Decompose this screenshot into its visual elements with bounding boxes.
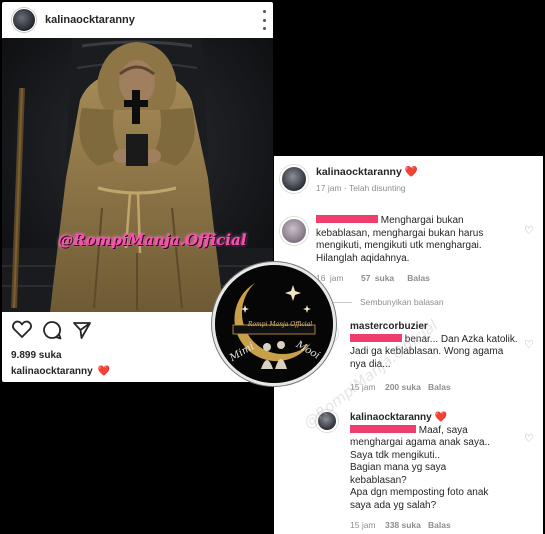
reply-2-first: Maaf, saya: [418, 424, 468, 436]
share-icon[interactable]: [72, 320, 92, 340]
author-heart-emoji: ❤️: [404, 166, 418, 178]
reply-2-line-2: Saya tdk mengikuti..: [350, 449, 441, 461]
logo-banner-text: Rompi Manja Official: [247, 321, 313, 328]
redacted-username: [350, 424, 416, 433]
reply-2-like-icon[interactable]: ♡: [524, 432, 534, 445]
reply-2-line-4: kebablasan?: [350, 474, 407, 486]
comment-1-likes[interactable]: 57 suka: [361, 273, 394, 283]
reply-2-line-5: Apa dgn memposting foto anak: [350, 487, 489, 498]
comment-1-like-icon[interactable]: ♡: [524, 224, 534, 237]
reply-2-heart-emoji: ❤️: [434, 412, 447, 423]
comment-header: kalinaocktaranny ❤️: [316, 166, 418, 179]
comment-icon[interactable]: [42, 320, 62, 340]
reply-2-time: 15 jam: [350, 520, 376, 530]
comment-1-text: Menghargai bukan kebablasan, menghargai …: [316, 215, 516, 265]
redacted-username: [316, 215, 378, 223]
reply-2-reply-button[interactable]: Balas: [428, 520, 451, 530]
post-username[interactable]: kalinaocktaranny: [45, 14, 135, 26]
comment-1-first: Menghargai bukan: [380, 215, 464, 226]
heart-icon[interactable]: [12, 320, 32, 338]
caption-heart-emoji: ❤️: [97, 366, 110, 377]
reply-2-line-3: Bagian mana yg saya: [350, 462, 447, 473]
commenter-avatar[interactable]: [280, 217, 308, 245]
comment-1-meta: 16 jam 57 suka Balas: [316, 273, 430, 283]
header-meta: 17 jam · Telah disunting: [316, 183, 406, 193]
meta-separator: ·: [343, 183, 347, 193]
reply-1-like-icon[interactable]: ♡: [524, 338, 534, 351]
post-avatar[interactable]: [12, 8, 36, 32]
redacted-username: [350, 333, 402, 342]
reply-2-text: kalinaocktaranny ❤️ Maaf, saya mengharga…: [350, 412, 520, 512]
reply-2-likes[interactable]: 338 suka: [385, 520, 421, 530]
header-time: 17 jam: [316, 183, 342, 193]
reply-1-reply-button[interactable]: Balas: [428, 382, 451, 392]
reply-2-line-6: saya ada yg salah?: [350, 499, 437, 511]
reply-2-line-1: menghargai agama anak saya..: [350, 437, 491, 448]
hide-replies-button[interactable]: Sembunyikan balasan: [360, 297, 444, 307]
author-avatar[interactable]: [280, 165, 308, 193]
caption-username[interactable]: kalinaocktaranny: [11, 366, 93, 377]
edited-label: Telah disunting: [348, 183, 406, 193]
post-caption: kalinaocktaranny ❤️: [11, 366, 110, 377]
reply-2-username[interactable]: kalinaocktaranny: [350, 412, 432, 423]
reply-1-likes[interactable]: 200 suka: [385, 382, 421, 392]
reply-2-meta: 15 jam 338 suka Balas: [350, 520, 451, 530]
replies-divider: [330, 302, 352, 303]
comment-1-body: kebablasan, menghargai bukan harus mengi…: [316, 227, 484, 264]
author-username[interactable]: kalinaocktaranny: [316, 166, 402, 178]
post-header: kalinaocktaranny: [2, 2, 273, 38]
more-options-icon[interactable]: [261, 10, 267, 30]
likes-count[interactable]: 9.899 suka: [11, 350, 62, 361]
comment-1-reply-button[interactable]: Balas: [407, 273, 430, 283]
mimi-mooi-logo: Rompi Manja Official Mimi Mooi: [212, 262, 336, 386]
photo-watermark-text: @RompiManja.Official: [58, 231, 247, 249]
